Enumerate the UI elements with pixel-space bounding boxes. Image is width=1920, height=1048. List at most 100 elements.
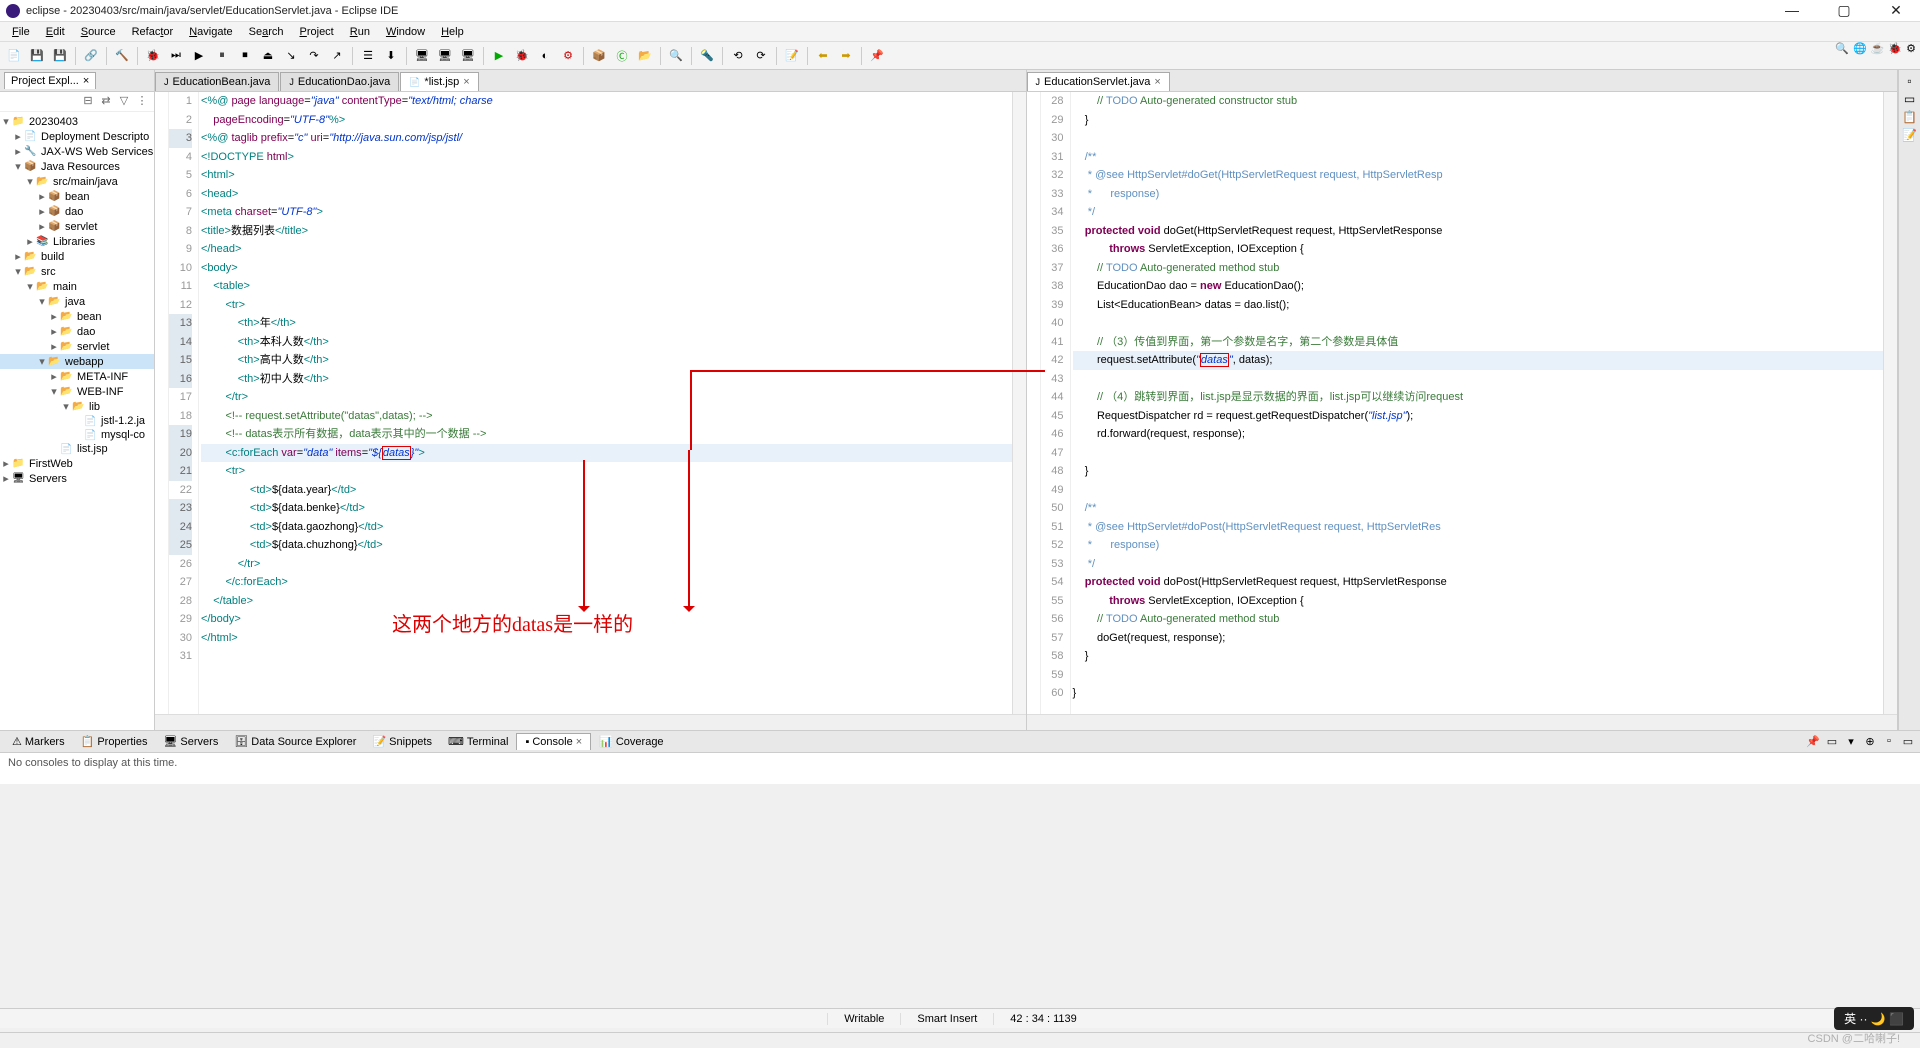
- tree-item[interactable]: ▸📦bean: [0, 189, 154, 204]
- tree-item[interactable]: ▸📂META-INF: [0, 369, 154, 384]
- menu-navigate[interactable]: Navigate: [181, 24, 240, 40]
- close-icon[interactable]: ×: [1154, 76, 1160, 88]
- tree-item[interactable]: ▸📂dao: [0, 324, 154, 339]
- bottom-tab-coverage[interactable]: 📊Coverage: [591, 733, 671, 750]
- back-button[interactable]: ⬅: [813, 46, 833, 66]
- annotation-prev[interactable]: ⟲: [728, 46, 748, 66]
- menu-refactor[interactable]: Refactor: [124, 24, 182, 40]
- tree-item[interactable]: ▾📂src: [0, 264, 154, 279]
- console-open-icon[interactable]: ▾: [1843, 735, 1859, 748]
- step-return-button[interactable]: ↗: [327, 46, 347, 66]
- menu-search[interactable]: Search: [241, 24, 292, 40]
- maximize-button[interactable]: ▢: [1826, 2, 1862, 19]
- last-edit-button[interactable]: 📝: [782, 46, 802, 66]
- new-package-button[interactable]: 📦: [589, 46, 609, 66]
- build-button[interactable]: 🔨: [112, 46, 132, 66]
- console-display-icon[interactable]: ▭: [1824, 735, 1840, 748]
- coverage-button[interactable]: ☰: [358, 46, 378, 66]
- search-button[interactable]: 🔦: [697, 46, 717, 66]
- tree-item[interactable]: 📄list.jsp: [0, 442, 154, 456]
- server-start-button[interactable]: 🖥: [412, 46, 432, 66]
- perspective-debug[interactable]: 🐞: [1888, 42, 1902, 55]
- new-class-button[interactable]: Ⓒ: [612, 46, 632, 66]
- tree-item[interactable]: ▾📂java: [0, 294, 154, 309]
- menu-run[interactable]: Run: [342, 24, 378, 40]
- debug-last-button[interactable]: 🐞: [512, 46, 532, 66]
- tree-item[interactable]: ▾📂main: [0, 279, 154, 294]
- debug-button[interactable]: 🐞: [143, 46, 163, 66]
- tree-item[interactable]: ▾📦Java Resources: [0, 159, 154, 174]
- new-folder-button[interactable]: 📂: [635, 46, 655, 66]
- bottom-tab-properties[interactable]: 📋Properties: [73, 733, 156, 750]
- filter-icon[interactable]: ▽: [116, 94, 132, 109]
- project-tree[interactable]: ▾📁20230403▸📄Deployment Descripto▸🔧JAX-WS…: [0, 112, 154, 488]
- menu-source[interactable]: Source: [73, 24, 124, 40]
- skip-button[interactable]: ⏭: [166, 46, 186, 66]
- bottom-tab-console[interactable]: ▪Console×: [516, 733, 591, 750]
- pin-button[interactable]: 📌: [867, 46, 887, 66]
- link-editor-icon[interactable]: ⇄: [98, 94, 114, 109]
- tree-item[interactable]: ▸📂build: [0, 249, 154, 264]
- forward-button[interactable]: ➡: [836, 46, 856, 66]
- tree-item[interactable]: ▸📂servlet: [0, 339, 154, 354]
- console-pin-icon[interactable]: 📌: [1805, 735, 1821, 748]
- perspective-other[interactable]: ⚙: [1906, 42, 1916, 55]
- server-prof-button[interactable]: 🖥: [458, 46, 478, 66]
- stop-button[interactable]: ⏹: [235, 46, 255, 66]
- annotation-next[interactable]: ⟳: [751, 46, 771, 66]
- tree-item[interactable]: ▸📦dao: [0, 204, 154, 219]
- tree-item[interactable]: ▾📁20230403: [0, 114, 154, 129]
- close-button[interactable]: ✕: [1878, 2, 1914, 19]
- restore-view-icon[interactable]: ▭: [1904, 92, 1915, 106]
- console-new-icon[interactable]: ⊕: [1862, 735, 1878, 748]
- tree-item[interactable]: ▸📚Libraries: [0, 234, 154, 249]
- perspective-java[interactable]: ☕: [1871, 42, 1885, 55]
- step-over-button[interactable]: ↷: [304, 46, 324, 66]
- toggle-button[interactable]: 🔗: [81, 46, 101, 66]
- menu-window[interactable]: Window: [378, 24, 433, 40]
- collapse-all-icon[interactable]: ⊟: [80, 94, 96, 109]
- jsp-editor-content[interactable]: <%@ page language="java" contentType="te…: [199, 92, 1012, 714]
- quick-access-button[interactable]: 🔍: [1835, 42, 1849, 55]
- minimize-view-icon[interactable]: ▫: [1907, 74, 1911, 88]
- tree-item[interactable]: ▸📦servlet: [0, 219, 154, 234]
- editor-tab[interactable]: 📄*list.jsp×: [400, 72, 479, 91]
- open-type-button[interactable]: 🔍: [666, 46, 686, 66]
- tree-item[interactable]: ▸🔧JAX-WS Web Services: [0, 144, 154, 159]
- menu-edit[interactable]: Edit: [38, 24, 73, 40]
- resume-button[interactable]: ▶: [189, 46, 209, 66]
- task-icon[interactable]: 📝: [1902, 128, 1917, 142]
- minimize-button[interactable]: —: [1774, 2, 1810, 19]
- suspend-button[interactable]: ⏸: [212, 46, 232, 66]
- tree-item[interactable]: ▸📂bean: [0, 309, 154, 324]
- bottom-tab-snippets[interactable]: 📝Snippets: [364, 733, 440, 750]
- tree-item[interactable]: 📄jstl-1.2.ja: [0, 414, 154, 428]
- bottom-tab-terminal[interactable]: ⌨Terminal: [440, 733, 516, 750]
- close-icon[interactable]: ×: [83, 75, 89, 87]
- drop-button[interactable]: ⬇: [381, 46, 401, 66]
- disconnect-button[interactable]: ⏏: [258, 46, 278, 66]
- menu-file[interactable]: File: [4, 24, 38, 40]
- ime-indicator[interactable]: 英 ·· 🌙 ⬛: [1834, 1007, 1914, 1030]
- view-menu-icon[interactable]: ⋮: [134, 94, 150, 109]
- save-button[interactable]: 💾: [27, 46, 47, 66]
- bottom-tab-markers[interactable]: ⚠Markers: [4, 733, 73, 750]
- java-editor-content[interactable]: // TODO Auto-generated constructor stub …: [1071, 92, 1884, 714]
- tree-item[interactable]: ▸📄Deployment Descripto: [0, 129, 154, 144]
- run-last-button[interactable]: ▶: [489, 46, 509, 66]
- tree-item[interactable]: ▾📂webapp: [0, 354, 154, 369]
- ext-tools-button[interactable]: ⚙: [558, 46, 578, 66]
- bottom-tab-servers[interactable]: 🖥Servers: [155, 733, 226, 750]
- perspective-jee[interactable]: 🌐: [1853, 42, 1867, 55]
- tree-item[interactable]: ▾📂WEB-INF: [0, 384, 154, 399]
- step-into-button[interactable]: ↘: [281, 46, 301, 66]
- tree-item[interactable]: 📄mysql-co: [0, 428, 154, 442]
- explorer-tab[interactable]: Project Expl... ×: [4, 72, 96, 89]
- tree-item[interactable]: ▾📂src/main/java: [0, 174, 154, 189]
- menu-help[interactable]: Help: [433, 24, 472, 40]
- menu-project[interactable]: Project: [292, 24, 342, 40]
- bottom-scrollbar[interactable]: [0, 1032, 1920, 1048]
- server-debug-button[interactable]: 🖥: [435, 46, 455, 66]
- editor-tab[interactable]: JEducationBean.java: [155, 72, 279, 91]
- editor-tab[interactable]: JEducationDao.java: [280, 72, 399, 91]
